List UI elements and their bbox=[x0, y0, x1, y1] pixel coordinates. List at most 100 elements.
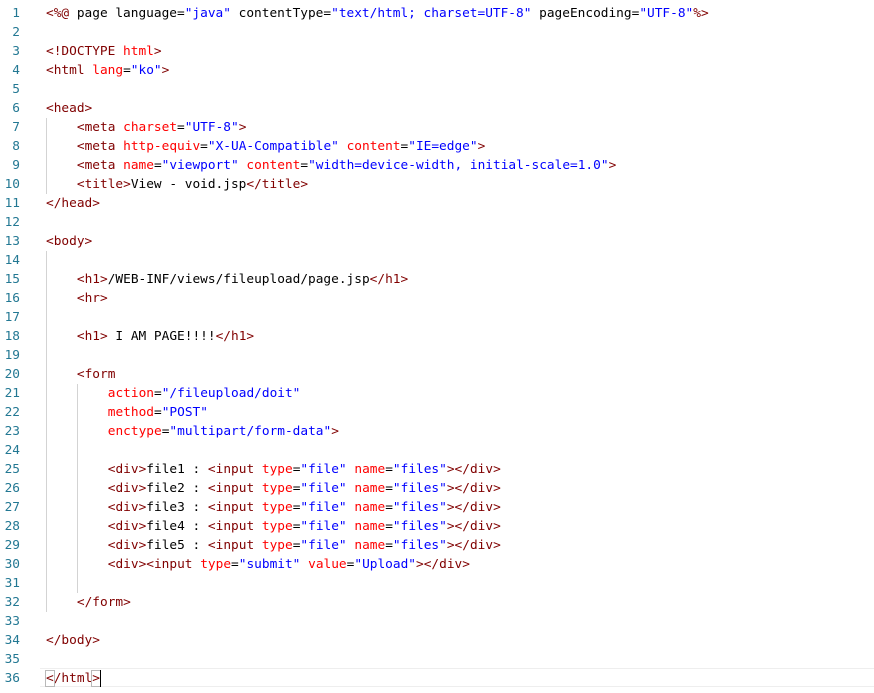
code-token: <h1> bbox=[76, 329, 108, 344]
code-token: </body> bbox=[46, 633, 100, 648]
code-line[interactable]: 15 <h1>/WEB-INF/views/fileupload/page.jsp… bbox=[0, 270, 874, 289]
code-token: </head> bbox=[46, 196, 100, 211]
code-line[interactable]: 31 bbox=[0, 574, 874, 593]
line-number: 18 bbox=[4, 329, 20, 344]
code-token: <input bbox=[207, 538, 262, 553]
code-editor[interactable]: 1 <%@ page language="java" contentType="t… bbox=[0, 0, 874, 693]
code-token: type bbox=[261, 462, 293, 477]
line-number: 10 bbox=[4, 177, 20, 192]
code-line[interactable]: 14 bbox=[0, 251, 874, 270]
code-token: <meta bbox=[76, 120, 124, 135]
code-token: file3 : bbox=[146, 500, 208, 515]
code-text: </form> bbox=[77, 593, 131, 612]
code-text: </head> bbox=[46, 194, 100, 213]
code-line[interactable]: 36 </html> bbox=[0, 669, 874, 688]
code-line[interactable]: 34 </body> bbox=[0, 631, 874, 650]
code-text: <!DOCTYPE html> bbox=[46, 42, 162, 61]
line-number: 31 bbox=[4, 576, 20, 591]
code-line[interactable]: 33 bbox=[0, 612, 874, 631]
code-token: > bbox=[477, 139, 486, 154]
code-line[interactable]: 26 <div>file2 : <input type="file" name="… bbox=[0, 479, 874, 498]
code-token: <input bbox=[207, 481, 262, 496]
code-token: = bbox=[153, 405, 162, 420]
line-number: 4 bbox=[12, 63, 20, 78]
code-line[interactable]: 20 <form bbox=[0, 365, 874, 384]
code-text: <hr> bbox=[77, 289, 108, 308]
line-number: 23 bbox=[4, 424, 20, 439]
code-text: <div>file1 : <input type="file" name="fi… bbox=[108, 460, 501, 479]
line-number: 32 bbox=[4, 595, 20, 610]
code-token: <div> bbox=[107, 538, 147, 553]
code-token: View - void.jsp bbox=[130, 177, 247, 192]
code-token: > bbox=[608, 158, 617, 173]
code-token: <meta bbox=[76, 139, 124, 154]
code-line[interactable]: 7 <meta charset="UTF-8"> bbox=[0, 118, 874, 137]
code-token: "java" bbox=[184, 6, 231, 21]
code-text: <meta http-equiv="X-UA-Compatible" conte… bbox=[77, 137, 485, 156]
code-line[interactable]: 18 <h1> I AM PAGE!!!!</h1> bbox=[0, 327, 874, 346]
code-token: %> bbox=[693, 6, 709, 21]
line-number: 2 bbox=[12, 25, 20, 40]
code-token: = bbox=[153, 158, 162, 173]
code-token: <form bbox=[76, 367, 116, 382]
text-cursor bbox=[100, 670, 102, 687]
code-token: "POST" bbox=[161, 405, 208, 420]
code-token: name bbox=[354, 500, 386, 515]
code-token: ></div> bbox=[446, 519, 501, 534]
code-line[interactable]: 16 <hr> bbox=[0, 289, 874, 308]
code-token: "submit" bbox=[238, 557, 301, 572]
code-token: ></div> bbox=[446, 538, 501, 553]
line-number: 8 bbox=[12, 139, 20, 154]
code-token: <div><input bbox=[107, 557, 201, 572]
code-line[interactable]: 29 <div>file5 : <input type="file" name="… bbox=[0, 536, 874, 555]
code-token: "files" bbox=[392, 500, 447, 515]
code-line[interactable]: 9 <meta name="viewport" content="width=de… bbox=[0, 156, 874, 175]
code-token: "UTF-8" bbox=[639, 6, 694, 21]
code-line[interactable]: 5 bbox=[0, 80, 874, 99]
line-number: 12 bbox=[4, 215, 20, 230]
code-token: = bbox=[200, 139, 208, 154]
code-line[interactable]: 30 <div><input type="submit" value="Uploa… bbox=[0, 555, 874, 574]
code-line[interactable]: 3 <!DOCTYPE html> bbox=[0, 42, 874, 61]
code-line[interactable]: 1 <%@ page language="java" contentType="t… bbox=[0, 4, 874, 23]
code-line[interactable]: 25 <div>file1 : <input type="file" name="… bbox=[0, 460, 874, 479]
code-line[interactable]: 6 <head> bbox=[0, 99, 874, 118]
line-number: 25 bbox=[4, 462, 20, 477]
code-line[interactable]: 12 bbox=[0, 213, 874, 232]
code-line[interactable]: 35 bbox=[0, 650, 874, 669]
code-line[interactable]: 2 bbox=[0, 23, 874, 42]
code-line[interactable]: 22 method="POST" bbox=[0, 403, 874, 422]
code-text: action="/fileupload/doit" bbox=[108, 384, 301, 403]
code-token: <h1> bbox=[76, 272, 108, 287]
code-token: content bbox=[246, 158, 301, 173]
code-token: "file" bbox=[300, 519, 347, 534]
code-token: ></div> bbox=[446, 462, 501, 477]
code-token: = bbox=[177, 120, 185, 135]
code-token: page language= bbox=[76, 6, 185, 21]
code-token: type bbox=[261, 519, 293, 534]
code-line[interactable]: 19 bbox=[0, 346, 874, 365]
code-token: </form> bbox=[76, 595, 131, 610]
code-line[interactable]: 13 <body> bbox=[0, 232, 874, 251]
code-token: "file" bbox=[300, 538, 347, 553]
code-line[interactable]: 4 <html lang="ko"> bbox=[0, 61, 874, 80]
code-line[interactable]: 10 <title>View - void.jsp</title> bbox=[0, 175, 874, 194]
code-token: </title> bbox=[246, 177, 309, 192]
code-token: name bbox=[123, 158, 154, 173]
code-line[interactable]: 23 enctype="multipart/form-data"> bbox=[0, 422, 874, 441]
code-token: "text/html; charset=UTF-8" bbox=[331, 6, 532, 21]
code-token: <hr> bbox=[76, 291, 108, 306]
code-line[interactable]: 21 action="/fileupload/doit" bbox=[0, 384, 874, 403]
code-token: = bbox=[385, 519, 393, 534]
code-line[interactable]: 28 <div>file4 : <input type="file" name="… bbox=[0, 517, 874, 536]
line-number: 28 bbox=[4, 519, 20, 534]
code-line[interactable]: 11 </head> bbox=[0, 194, 874, 213]
code-line[interactable]: 24 bbox=[0, 441, 874, 460]
code-line[interactable]: 32 </form> bbox=[0, 593, 874, 612]
code-line[interactable]: 17 bbox=[0, 308, 874, 327]
code-line[interactable]: 8 <meta http-equiv="X-UA-Compatible" cont… bbox=[0, 137, 874, 156]
code-token: ></div> bbox=[446, 481, 501, 496]
code-line[interactable]: 27 <div>file3 : <input type="file" name="… bbox=[0, 498, 874, 517]
